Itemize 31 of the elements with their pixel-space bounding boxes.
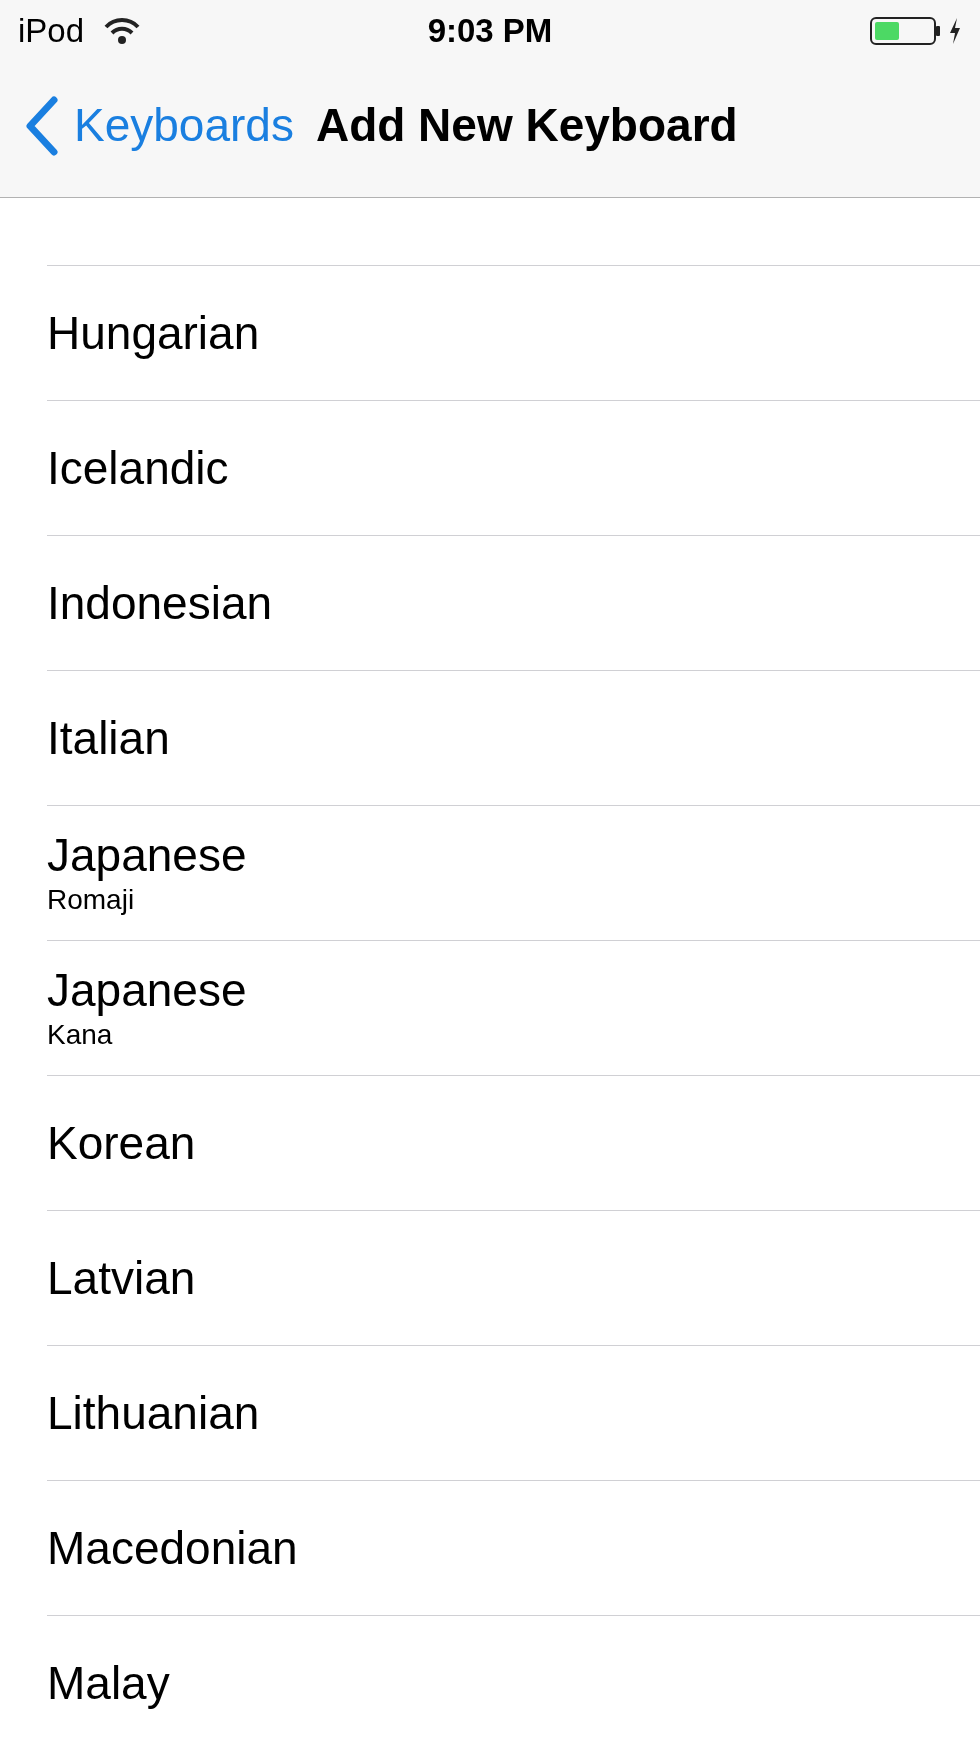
language-name: Hungarian: [47, 307, 261, 359]
language-name: Latvian: [47, 1252, 197, 1304]
chevron-icon: [24, 95, 60, 156]
language-name: Italian: [47, 712, 171, 764]
language-name: Malay: [47, 1657, 171, 1709]
language-variant: Kana: [47, 1017, 114, 1052]
language-name: Japanese: [47, 829, 248, 881]
language-name: Lithuanian: [47, 1387, 261, 1439]
language-name: Japanese: [47, 964, 248, 1016]
language-name: Icelandic: [47, 442, 230, 494]
language-name: Indonesian: [47, 577, 274, 629]
keyboard-list-item[interactable]: Japanese Kana: [47, 941, 980, 1076]
keyboard-list-item[interactable]: Indonesian: [47, 536, 980, 671]
keyboard-list-item[interactable]: Macedonian: [47, 1481, 980, 1616]
carrier-name: iPod: [18, 11, 85, 52]
language-variant: Romaji: [47, 882, 136, 917]
keyboard-list-item[interactable]: Hungarian: [47, 266, 980, 401]
language-name: Macedonian: [47, 1522, 299, 1574]
keyboard-list-item[interactable]: Malay: [47, 1616, 980, 1740]
language-name: Korean: [47, 1117, 197, 1169]
keyboard-list-item[interactable]: Japanese Romaji: [47, 806, 980, 941]
keyboard-list-item[interactable]: Korean: [47, 1076, 980, 1211]
wifi-icon: [104, 17, 141, 45]
keyboard-list-item[interactable]: Italian: [47, 671, 980, 806]
keyboard-list-item[interactable]: Icelandic: [47, 401, 980, 536]
keyboard-list-item[interactable]: Lithuanian: [47, 1346, 980, 1481]
back-button[interactable]: Keyboards: [24, 91, 294, 160]
status-time: 9:03 PM: [427, 11, 553, 52]
screen-title: Add New Keyboard: [315, 98, 738, 153]
battery-icon: [870, 16, 942, 46]
keyboard-list-item[interactable]: Latvian: [47, 1211, 980, 1346]
